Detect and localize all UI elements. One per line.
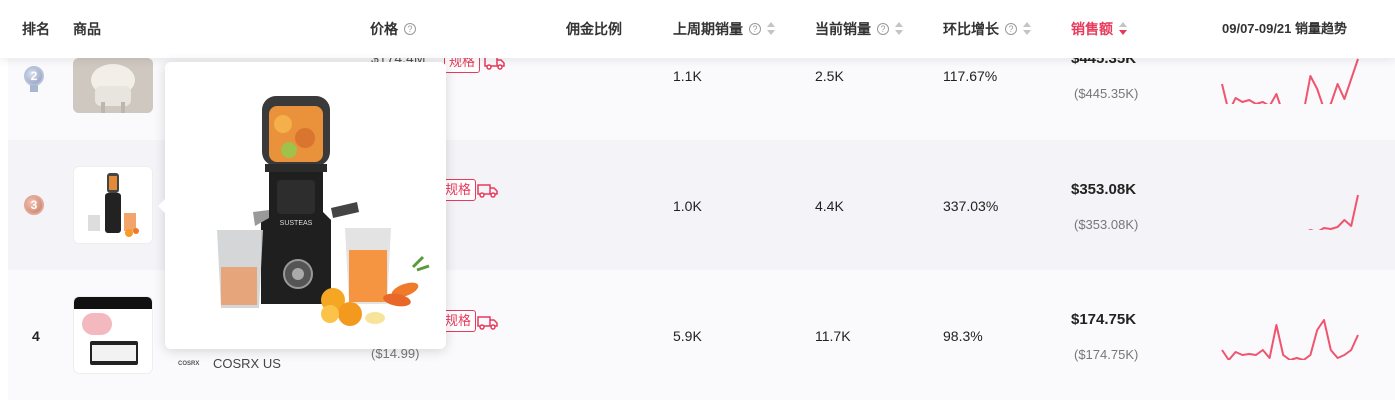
sort-icon[interactable] <box>766 21 776 37</box>
last-week-sales: 1.0K <box>673 198 702 214</box>
growth-rate: 337.03% <box>943 198 999 214</box>
revenue: $174.75K <box>1071 311 1137 328</box>
trend-line <box>1307 194 1359 230</box>
sort-icon[interactable] <box>894 21 904 37</box>
header-current-sales-label: 当前销量 <box>815 21 871 37</box>
header-last-week-sales[interactable]: 上周期销量? <box>673 0 776 58</box>
shop-name[interactable]: COSRX US <box>213 356 281 371</box>
sort-desc-icon[interactable] <box>1118 21 1128 37</box>
medal-ribbon <box>30 85 38 92</box>
header-commission: 佣金比例 <box>566 21 622 37</box>
juicer-brand-text: SUSTEAS <box>280 220 313 227</box>
rank-silver-medal-icon: 2 <box>24 66 44 86</box>
popup-arrow <box>158 198 166 214</box>
growth-rate: 117.67% <box>943 68 998 84</box>
trend-line <box>1221 58 1359 104</box>
help-icon[interactable]: ? <box>749 23 761 36</box>
last-week-sales: 1.1K <box>673 68 702 84</box>
product-image[interactable] <box>73 296 153 374</box>
header-revenue[interactable]: 销售额 <box>1071 0 1128 58</box>
header-growth-label: 环比增长 <box>943 21 999 37</box>
sales-trend-sparkline <box>1307 194 1359 230</box>
sort-icon[interactable] <box>1022 21 1032 37</box>
growth-rate: 98.3% <box>943 328 983 344</box>
shipping-truck-icon <box>477 316 498 330</box>
table-header: 排名 商品 价格? 佣金比例 上周期销量? 当前销量? 环比增长? 销售额 09… <box>0 0 1395 58</box>
revenue-sub: ($353.08K) <box>1074 217 1139 232</box>
last-week-sales: 5.9K <box>673 328 702 344</box>
current-sales: 11.7K <box>815 328 851 344</box>
shipping-truck-icon <box>477 184 498 198</box>
trend-line <box>1221 319 1359 360</box>
header-rank: 排名 <box>22 21 50 37</box>
rank-bronze-medal-icon: 3 <box>24 195 44 215</box>
help-icon[interactable]: ? <box>877 23 889 36</box>
product-image-preview-popup: SUSTEAS <box>165 62 446 349</box>
product-image[interactable] <box>73 58 153 113</box>
shop-logo-icon: COSRX <box>178 361 200 367</box>
header-revenue-label: 销售额 <box>1071 21 1113 37</box>
product-image[interactable] <box>73 166 153 244</box>
sales-trend-sparkline <box>1221 319 1359 360</box>
help-icon[interactable]: ? <box>1005 23 1017 36</box>
header-current-sales[interactable]: 当前销量? <box>815 0 904 58</box>
rank-number: 4 <box>32 328 40 344</box>
revenue-sub: ($174.75K) <box>1074 347 1139 362</box>
juicer-product-image: SUSTEAS <box>217 96 430 326</box>
help-icon[interactable]: ? <box>404 23 416 36</box>
revenue: $353.08K <box>1071 181 1137 198</box>
header-last-week-sales-label: 上周期销量 <box>673 21 743 37</box>
header-price[interactable]: 价格? <box>370 0 416 58</box>
sales-trend-sparkline <box>1221 58 1359 104</box>
header-product: 商品 <box>73 21 101 37</box>
header-growth[interactable]: 环比增长? <box>943 0 1032 58</box>
current-sales: 4.4K <box>815 198 844 214</box>
revenue-sub: ($445.35K) <box>1074 86 1139 101</box>
header-trend: 09/07-09/21 销量趋势 <box>1222 21 1348 36</box>
header-price-label: 价格 <box>370 21 398 37</box>
current-sales: 2.5K <box>815 68 844 84</box>
